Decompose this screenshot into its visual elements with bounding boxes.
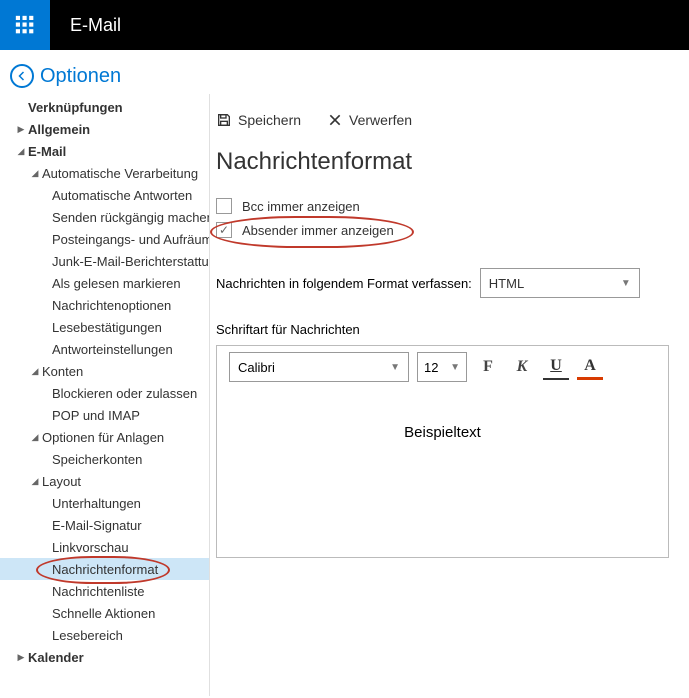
save-icon (216, 112, 232, 128)
sidebar-item-auto-4[interactable]: Als gelesen markieren (0, 272, 209, 294)
caret-icon: ◢ (16, 146, 26, 157)
sidebar-item-auto-3[interactable]: Junk-E-Mail-Berichterstattung (0, 250, 209, 272)
sidebar-item-accounts-0[interactable]: Blockieren oder zulassen (0, 382, 209, 404)
sidebar-item-accounts-1[interactable]: POP und IMAP (0, 404, 209, 426)
app-launcher-icon[interactable] (0, 0, 50, 50)
sidebar-attach[interactable]: ◢Optionen für Anlagen (0, 426, 209, 448)
caret-icon: ◢ (30, 168, 40, 179)
bcc-checkbox[interactable] (216, 198, 232, 214)
sidebar-item-layout-2[interactable]: Linkvorschau (0, 536, 209, 558)
sidebar-item-auto-7[interactable]: Antworteinstellungen (0, 338, 209, 360)
bold-button[interactable]: F (475, 354, 501, 380)
chevron-down-icon: ▼ (450, 362, 460, 373)
discard-label: Verwerfen (349, 112, 412, 128)
sidebar-auto[interactable]: ◢Automatische Verarbeitung (0, 162, 209, 184)
save-button[interactable]: Speichern (216, 112, 301, 128)
font-section-label: Schriftart für Nachrichten (216, 322, 689, 337)
sender-checkbox-row: Absender immer anzeigen (216, 222, 689, 238)
font-family-select[interactable]: Calibri ▼ (229, 352, 409, 382)
font-color-button[interactable]: A (577, 354, 603, 380)
underline-button[interactable]: U (543, 354, 569, 380)
sidebar-layout[interactable]: ◢Layout (0, 470, 209, 492)
format-value: HTML (489, 276, 524, 291)
sidebar-shortcuts[interactable]: Verknüpfungen (0, 96, 209, 118)
sidebar-item-layout-1[interactable]: E-Mail-Signatur (0, 514, 209, 536)
main-panel: Speichern Verwerfen Nachrichtenformat Bc… (210, 94, 689, 696)
sidebar-item-attach-0[interactable]: Speicherkonten (0, 448, 209, 470)
sender-checkbox[interactable] (216, 222, 232, 238)
font-size: 12 (424, 360, 438, 375)
compose-format-select[interactable]: HTML ▼ (480, 268, 640, 298)
sidebar-general[interactable]: ▶Allgemein (0, 118, 209, 140)
bcc-checkbox-row: Bcc immer anzeigen (216, 198, 689, 214)
bcc-label: Bcc immer anzeigen (242, 199, 360, 214)
caret-icon: ◢ (30, 366, 40, 377)
options-sidebar: Verknüpfungen ▶Allgemein ◢E-Mail ◢Automa… (0, 94, 210, 696)
options-label: Optionen (40, 65, 121, 88)
top-bar: E-Mail (0, 0, 689, 50)
compose-format-row: Nachrichten in folgendem Format verfasse… (216, 268, 689, 298)
sidebar-item-layout-5[interactable]: Schnelle Aktionen (0, 602, 209, 624)
font-preview: Beispieltext (216, 388, 669, 558)
sidebar-calendar[interactable]: ▶Kalender (0, 646, 209, 668)
chevron-down-icon: ▼ (621, 278, 631, 289)
sidebar-item-nachrichtenformat[interactable]: Nachrichtenformat (0, 558, 209, 580)
caret-icon: ▶ (16, 652, 26, 663)
font-size-select[interactable]: 12 ▼ (417, 352, 467, 382)
preview-text: Beispieltext (404, 424, 481, 441)
back-to-options[interactable]: Optionen (0, 50, 689, 94)
sidebar-item-layout-6[interactable]: Lesebereich (0, 624, 209, 646)
font-name: Calibri (238, 360, 275, 375)
app-title: E-Mail (70, 15, 121, 36)
format-label: Nachrichten in folgendem Format verfasse… (216, 276, 472, 291)
back-arrow-icon (10, 64, 34, 88)
font-toolbar: Calibri ▼ 12 ▼ F K U A (229, 352, 662, 382)
sidebar-email[interactable]: ◢E-Mail (0, 140, 209, 162)
sidebar-item-layout-4[interactable]: Nachrichtenliste (0, 580, 209, 602)
sidebar-item-auto-6[interactable]: Lesebestätigungen (0, 316, 209, 338)
save-label: Speichern (238, 112, 301, 128)
close-icon (327, 112, 343, 128)
sidebar-accounts[interactable]: ◢Konten (0, 360, 209, 382)
sidebar-item-auto-0[interactable]: Automatische Antworten (0, 184, 209, 206)
italic-button[interactable]: K (509, 354, 535, 380)
sidebar-item-auto-5[interactable]: Nachrichtenoptionen (0, 294, 209, 316)
sidebar-item-auto-1[interactable]: Senden rückgängig machen (0, 206, 209, 228)
page-title: Nachrichtenformat (216, 148, 689, 176)
chevron-down-icon: ▼ (390, 362, 400, 373)
caret-icon: ▶ (16, 124, 26, 135)
sidebar-item-auto-2[interactable]: Posteingangs- und Aufräumregeln (0, 228, 209, 250)
caret-icon: ◢ (30, 432, 40, 443)
toolbar: Speichern Verwerfen (210, 112, 689, 128)
sender-label: Absender immer anzeigen (242, 223, 394, 238)
sidebar-item-layout-0[interactable]: Unterhaltungen (0, 492, 209, 514)
caret-icon: ◢ (30, 476, 40, 487)
discard-button[interactable]: Verwerfen (327, 112, 412, 128)
